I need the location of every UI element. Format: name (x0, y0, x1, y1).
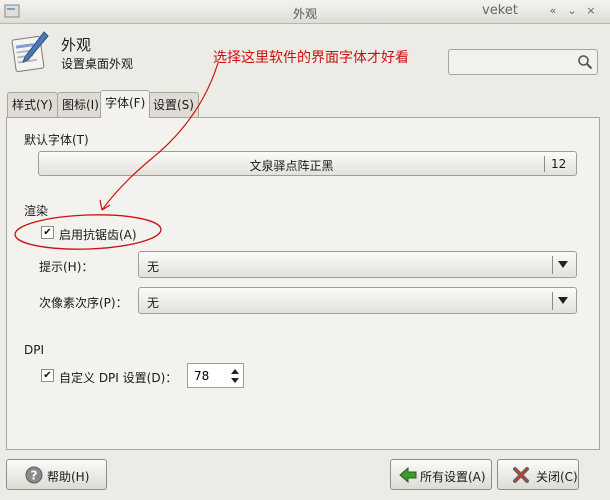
font-chooser-button[interactable]: 文泉驿点阵正黑 12 (38, 151, 577, 176)
help-icon: ? (25, 466, 43, 484)
hinting-combobox[interactable]: 无 (138, 251, 577, 278)
annotation-text: 选择这里软件的界面字体才好看 (213, 50, 409, 66)
title-bar[interactable]: 外观 veket « ⌄ × (0, 0, 610, 24)
custom-dpi-checkbox[interactable]: ✔ (41, 369, 54, 382)
close-button[interactable]: 关闭(C) (497, 459, 579, 490)
antialias-checkbox[interactable]: ✔ (41, 226, 54, 239)
close-icon (513, 467, 529, 483)
combo-separator (552, 256, 553, 274)
all-settings-button[interactable]: 所有设置(A) (390, 459, 492, 490)
spin-down-icon[interactable] (231, 378, 239, 383)
app-name: veket (482, 3, 518, 18)
subpixel-order-label: 次像素次序(P)： (39, 296, 128, 310)
help-label: 帮助(H) (47, 470, 90, 484)
arrow-left-icon (399, 466, 417, 484)
help-button[interactable]: ? 帮助(H) (6, 459, 107, 490)
close-label: 关闭(C) (536, 470, 578, 484)
spin-up-icon[interactable] (231, 369, 239, 374)
font-size-separator (544, 156, 545, 172)
window-title: 外观 (292, 7, 317, 21)
hinting-label: 提示(H)： (39, 260, 94, 274)
dpi-section-label: DPI (24, 343, 45, 357)
search-box[interactable] (448, 49, 598, 75)
svg-text:?: ? (31, 469, 38, 483)
close-window-button[interactable]: × (584, 4, 598, 18)
dialog-title: 外观 (61, 36, 92, 54)
chevron-down-icon[interactable] (558, 297, 568, 304)
dpi-spinbutton[interactable] (187, 363, 244, 388)
dpi-value-input[interactable] (192, 367, 226, 384)
subpixel-order-combobox[interactable]: 无 (138, 287, 577, 314)
all-settings-label: 所有设置(A) (420, 470, 486, 484)
tab-fonts[interactable]: 字体(F) (100, 90, 151, 118)
tab-icons[interactable]: 图标(I) (57, 92, 104, 117)
rendering-section-label: 渲染 (24, 204, 49, 218)
hinting-value: 无 (147, 260, 160, 274)
antialias-label[interactable]: 启用抗锯齿(A) (59, 226, 137, 243)
subpixel-order-value: 无 (147, 296, 160, 310)
chevron-down-icon[interactable] (558, 261, 568, 268)
search-input[interactable] (453, 53, 573, 71)
minimize-button[interactable]: ⌄ (565, 4, 579, 18)
tab-style[interactable]: 样式(Y) (7, 92, 58, 117)
font-name: 文泉驿点阵正黑 (249, 159, 334, 173)
combo-separator (552, 292, 553, 310)
default-font-label: 默认字体(T) (24, 133, 89, 147)
shade-button[interactable]: « (546, 4, 560, 18)
appearance-settings-icon (11, 31, 49, 73)
tab-settings[interactable]: 设置(S) (148, 92, 199, 117)
font-size: 12 (551, 157, 567, 171)
search-icon[interactable] (577, 54, 593, 70)
custom-dpi-label[interactable]: 自定义 DPI 设置(D)： (59, 369, 177, 386)
dialog-subtitle: 设置桌面外观 (61, 57, 134, 71)
